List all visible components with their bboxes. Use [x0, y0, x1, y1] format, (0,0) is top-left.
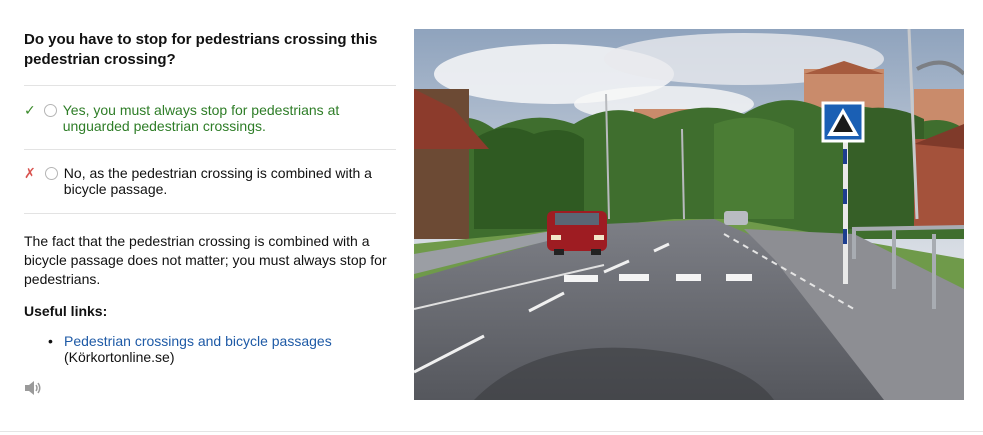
explanation-text: The fact that the pedestrian crossing is…: [24, 233, 387, 287]
radio-button[interactable]: [43, 104, 57, 117]
list-item: Pedestrian crossings and bicycle passage…: [48, 333, 388, 365]
bottom-divider: [0, 431, 983, 432]
link-pedestrian-crossings[interactable]: Pedestrian crossings and bicycle passage…: [64, 333, 332, 349]
road-scene-image: [414, 29, 964, 400]
answer-option-2[interactable]: ✗ No, as the pedestrian crossing is comb…: [24, 165, 396, 197]
answer-option-1[interactable]: ✓ Yes, you must always stop for pedestri…: [24, 102, 396, 134]
check-icon: ✓: [24, 102, 36, 118]
useful-links-heading: Useful links:: [24, 303, 108, 319]
question-panel: Do you have to stop for pedestrians cros…: [24, 30, 396, 70]
speaker-icon[interactable]: [24, 380, 42, 396]
divider: [24, 213, 396, 214]
useful-links-list: Pedestrian crossings and bicycle passage…: [48, 333, 388, 365]
link-source: (Körkortonline.se): [64, 349, 175, 365]
answer-label: No, as the pedestrian crossing is combin…: [63, 165, 372, 197]
radio-button[interactable]: [44, 167, 58, 180]
divider: [24, 149, 396, 150]
cross-icon: ✗: [24, 165, 36, 181]
answer-label: Yes, you must always stop for pedestrian…: [62, 102, 340, 134]
question-text: Do you have to stop for pedestrians cros…: [24, 31, 378, 68]
divider: [24, 85, 396, 86]
